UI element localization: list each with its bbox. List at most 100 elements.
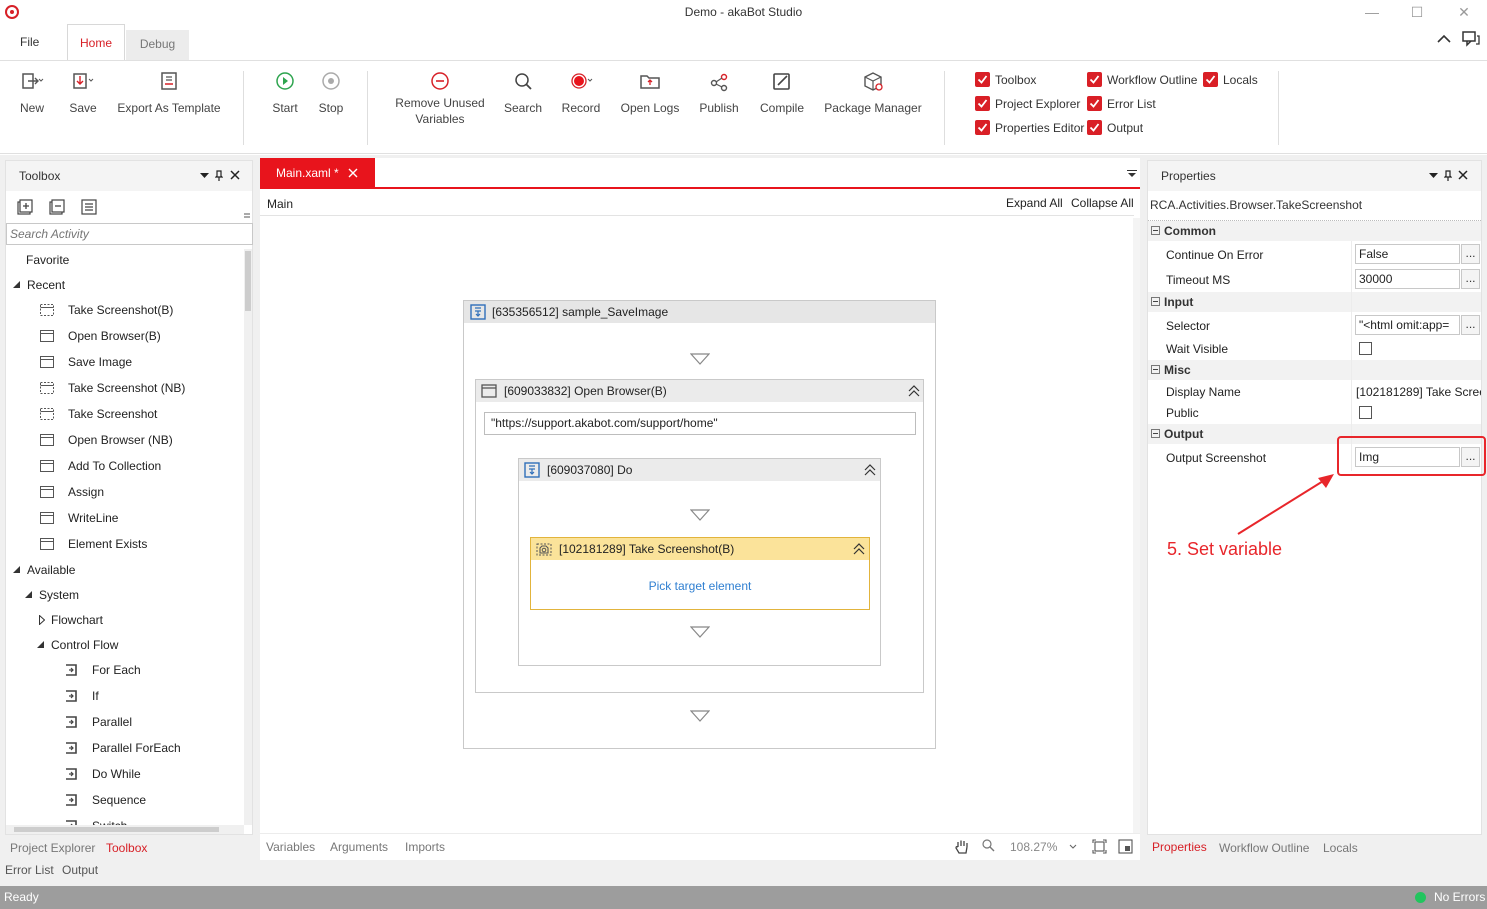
toolbox-item[interactable]: Sequence: [63, 790, 146, 810]
collapse-icon[interactable]: [864, 464, 876, 476]
take-screenshot-activity[interactable]: [102181289] Take Screenshot(B) Pick targ…: [530, 537, 870, 610]
maximize-icon[interactable]: ☐: [1407, 3, 1427, 21]
tab-project-explorer[interactable]: Project Explorer: [10, 839, 95, 857]
close-panel-icon[interactable]: [1458, 170, 1468, 180]
continue-on-error-input[interactable]: False: [1355, 244, 1460, 264]
open-browser-activity[interactable]: [609033832] Open Browser(B) "https://sup…: [475, 379, 924, 693]
save-button[interactable]: Save: [66, 69, 100, 115]
continue-on-error-dots-button[interactable]: ...: [1461, 244, 1480, 264]
package-manager-button[interactable]: Package Manager: [822, 69, 924, 115]
breadcrumb[interactable]: Main: [267, 197, 293, 211]
toolbox-hscrollbar[interactable]: [6, 825, 244, 834]
tab-workflow-outline[interactable]: Workflow Outline: [1219, 839, 1309, 857]
tab-variables[interactable]: Variables: [266, 838, 315, 856]
display-name-input[interactable]: [102181289] Take Scree: [1356, 381, 1481, 403]
toolbox-item[interactable]: For Each: [63, 660, 141, 680]
remove-unused-variables-button[interactable]: Remove Unused Variables: [390, 69, 490, 127]
chat-icon[interactable]: [1462, 31, 1480, 47]
tab-properties[interactable]: Properties: [1152, 838, 1207, 856]
tab-debug[interactable]: Debug: [126, 30, 189, 60]
save-icon: [70, 69, 96, 95]
new-button[interactable]: New: [14, 69, 50, 115]
sequence-activity-header[interactable]: [635356512] sample_SaveImage: [464, 301, 935, 323]
timeout-dots-button[interactable]: ...: [1461, 269, 1480, 289]
collapse-ribbon-icon[interactable]: [1437, 34, 1451, 44]
timeout-input[interactable]: 30000: [1355, 269, 1460, 289]
workflow-outline-checkbox[interactable]: Workflow Outline: [1087, 71, 1197, 89]
dropdown-icon[interactable]: [1429, 173, 1438, 179]
pick-target-link[interactable]: Pick target element: [531, 579, 869, 593]
publish-button[interactable]: Publish: [697, 69, 741, 115]
zoom-dropdown-icon[interactable]: [1069, 844, 1077, 850]
hand-tool-icon[interactable]: [953, 838, 971, 856]
category-misc[interactable]: Misc: [1148, 360, 1481, 380]
locals-check-label: Locals: [1223, 73, 1258, 87]
toolbox-item[interactable]: If: [63, 686, 99, 706]
collapse-category-icon[interactable]: [1151, 297, 1160, 306]
drop-arrow-icon[interactable]: [690, 626, 710, 638]
sequence-activity[interactable]: [635356512] sample_SaveImage [609033832]…: [463, 300, 936, 749]
open-logs-button[interactable]: Open Logs: [619, 69, 681, 115]
tab-home[interactable]: Home: [67, 24, 126, 60]
public-checkbox[interactable]: [1359, 406, 1372, 419]
zoom-icon[interactable]: [981, 838, 997, 854]
collapse-icon[interactable]: [853, 543, 865, 555]
take-screenshot-header[interactable]: [102181289] Take Screenshot(B): [531, 538, 869, 560]
scrollbar-thumb[interactable]: [245, 251, 251, 311]
collapse-category-icon[interactable]: [1151, 429, 1160, 438]
record-button[interactable]: Record: [561, 69, 601, 115]
minimize-icon[interactable]: —: [1362, 3, 1382, 21]
toolbox-item[interactable]: Parallel: [63, 712, 132, 732]
category-input[interactable]: Input: [1148, 292, 1481, 312]
drop-arrow-icon[interactable]: [690, 509, 710, 521]
drop-arrow-icon[interactable]: [690, 353, 710, 365]
tab-list-icon[interactable]: [1127, 170, 1137, 178]
hscrollbar-thumb[interactable]: [14, 827, 219, 832]
designer-scrollbar-v[interactable]: [1133, 218, 1140, 833]
export-template-button[interactable]: Export As Template: [116, 69, 222, 115]
tab-imports[interactable]: Imports: [405, 838, 445, 856]
collapse-category-icon[interactable]: [1151, 226, 1160, 235]
output-check-label: Output: [1107, 121, 1144, 135]
expand-all-link[interactable]: Expand All: [1006, 196, 1063, 210]
compile-button[interactable]: Compile: [758, 69, 806, 115]
collapse-icon[interactable]: [908, 385, 920, 397]
overview-icon[interactable]: [1118, 839, 1133, 854]
tab-error-list[interactable]: Error List: [5, 861, 54, 879]
category-common[interactable]: Common: [1148, 221, 1481, 241]
output-checkbox[interactable]: Output: [1087, 119, 1143, 137]
tab-output[interactable]: Output: [62, 861, 98, 879]
close-tab-icon[interactable]: [348, 168, 358, 178]
collapse-all-link[interactable]: Collapse All: [1071, 196, 1134, 210]
toolbox-checkbox[interactable]: Toolbox: [975, 71, 1036, 89]
selector-dots-button[interactable]: ...: [1461, 315, 1480, 335]
toolbox-scrollbar[interactable]: [244, 249, 252, 825]
toolbox-item[interactable]: Do While: [63, 764, 141, 784]
locals-checkbox[interactable]: Locals: [1203, 71, 1258, 89]
stop-button[interactable]: Stop: [314, 69, 348, 115]
open-browser-header[interactable]: [609033832] Open Browser(B): [476, 380, 923, 402]
toolbox-item[interactable]: Parallel ForEach: [63, 738, 181, 758]
url-input[interactable]: "https://support.akabot.com/support/home…: [484, 412, 916, 435]
drop-arrow-icon[interactable]: [690, 710, 710, 722]
tab-arguments[interactable]: Arguments: [330, 838, 388, 856]
tab-toolbox[interactable]: Toolbox: [106, 839, 147, 857]
tab-locals[interactable]: Locals: [1323, 839, 1358, 857]
toolbox-item[interactable]: Switch: [63, 816, 127, 825]
wait-visible-checkbox[interactable]: [1359, 342, 1372, 355]
document-tab[interactable]: Main.xaml *: [260, 158, 375, 188]
pin-icon[interactable]: [1444, 170, 1452, 182]
do-activity-header[interactable]: [609037080] Do: [519, 459, 880, 481]
properties-editor-checkbox[interactable]: Properties Editor: [975, 119, 1084, 137]
start-button[interactable]: Start: [268, 69, 302, 115]
zoom-level[interactable]: 108.27%: [1010, 838, 1057, 856]
search-button[interactable]: Search: [503, 69, 543, 115]
selector-input[interactable]: "<html omit:app=: [1355, 315, 1460, 335]
collapse-category-icon[interactable]: [1151, 365, 1160, 374]
project-explorer-checkbox[interactable]: Project Explorer: [975, 95, 1080, 113]
tab-file[interactable]: File: [8, 24, 51, 60]
do-activity[interactable]: [609037080] Do [102181289] Take Screensh…: [518, 458, 881, 666]
error-list-checkbox[interactable]: Error List: [1087, 95, 1156, 113]
close-icon[interactable]: ✕: [1454, 3, 1474, 21]
fit-to-screen-icon[interactable]: [1092, 839, 1107, 854]
